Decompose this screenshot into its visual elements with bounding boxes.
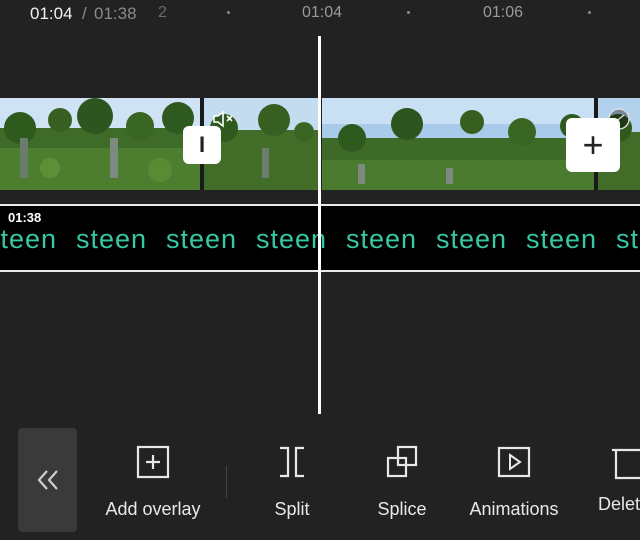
delete-icon (612, 448, 640, 480)
splice-button[interactable]: Splice (362, 442, 442, 520)
add-overlay-button[interactable]: Add overlay (96, 442, 210, 520)
add-overlay-label: Add overlay (105, 499, 201, 519)
video-clip-thumbnail[interactable] (322, 98, 594, 190)
add-clip-button[interactable]: + (566, 118, 620, 172)
toolbar-divider (226, 466, 227, 498)
text-track-word: steen (76, 224, 148, 254)
delete-button[interactable]: Delet (596, 442, 640, 515)
add-overlay-icon (136, 445, 170, 479)
split-marker-button[interactable]: I (183, 126, 221, 164)
ruler-label-0: 01:04 (302, 4, 343, 21)
text-track-word: steen (436, 224, 508, 254)
time-bar: 01:04 / 01:38 2 01:04 01:06 (0, 0, 640, 28)
text-track-word: steen (346, 224, 418, 254)
text-track-word: steen (526, 224, 598, 254)
split-label: Split (274, 499, 310, 519)
text-track-duration: 01:38 (8, 210, 42, 225)
playhead[interactable] (318, 36, 321, 414)
split-button[interactable]: Split (252, 442, 332, 520)
animations-icon (497, 446, 531, 478)
current-time: 01:04 (30, 4, 73, 23)
text-track-word: steen (616, 224, 640, 254)
ruler-fraction: 2 (158, 4, 167, 21)
ruler-label-1: 01:06 (483, 4, 524, 21)
text-track-word: steen (256, 224, 328, 254)
total-time: 01:38 (94, 4, 137, 23)
split-icon (280, 446, 304, 478)
back-button[interactable] (18, 428, 77, 532)
ruler-dot (407, 11, 410, 14)
double-chevron-left-icon (37, 470, 58, 490)
animations-button[interactable]: Animations (460, 442, 568, 520)
splice-icon (386, 445, 418, 478)
splice-label: Splice (377, 499, 427, 519)
delete-label: Delet (598, 494, 640, 514)
ruler-dot (227, 11, 230, 14)
animations-label: Animations (469, 499, 559, 519)
time-separator: / (82, 4, 87, 23)
text-track-word: steen (0, 224, 58, 254)
text-track-word: steen (166, 224, 238, 254)
video-clip-thumbnail[interactable] (0, 98, 200, 190)
ruler-dot (588, 11, 591, 14)
